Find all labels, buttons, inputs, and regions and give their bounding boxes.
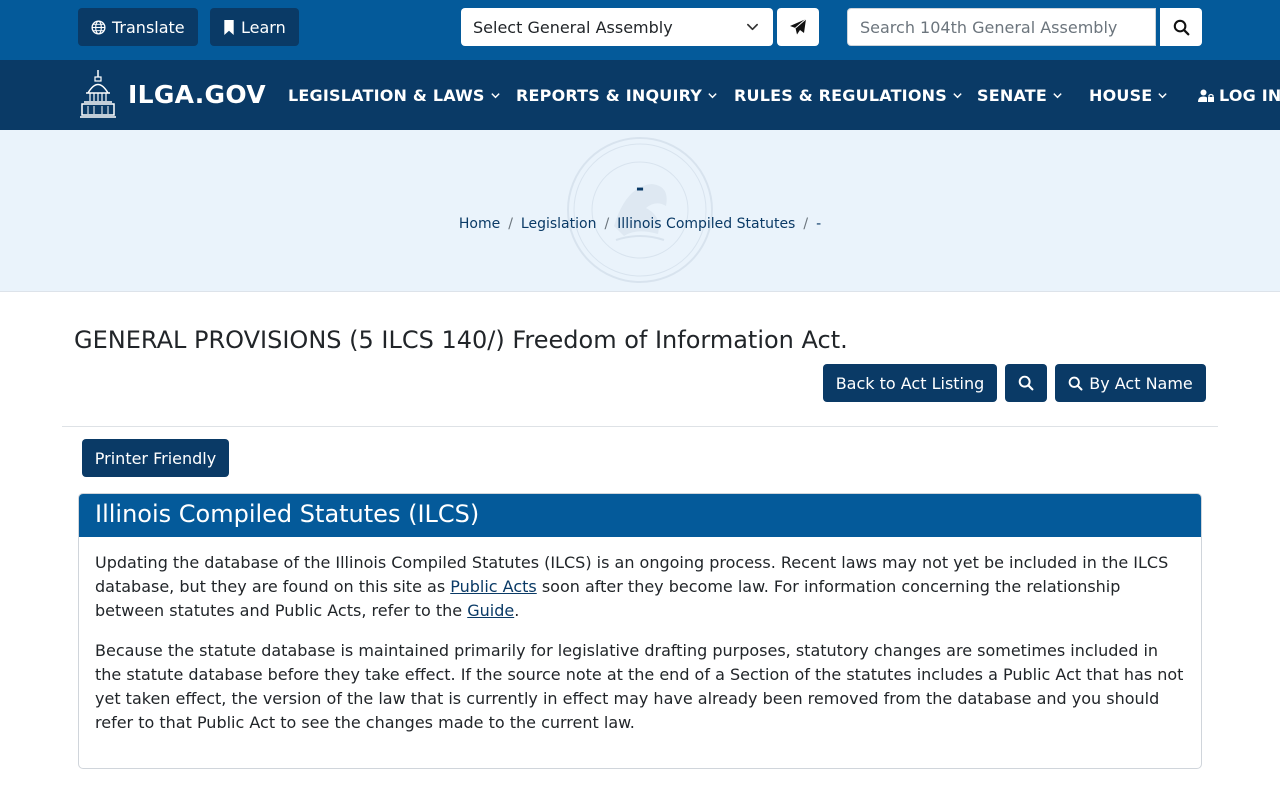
page-heading: - [635,176,645,200]
search-input[interactable] [847,8,1156,46]
translate-button[interactable]: Translate [78,8,198,46]
by-act-name-label: By Act Name [1089,373,1193,393]
printer-friendly-button[interactable]: Printer Friendly [82,439,229,477]
back-to-act-listing-label: Back to Act Listing [835,373,985,393]
divider [62,426,1218,427]
globe-icon [91,19,106,35]
printer-friendly-label: Printer Friendly [94,448,217,468]
breadcrumb-home[interactable]: Home [459,216,500,232]
breadcrumb: Home / Legislation / Illinois Compiled Statu… [458,216,822,232]
search-icon [1068,376,1083,391]
search-icon [1018,375,1034,391]
go-assembly-button[interactable] [777,8,819,46]
search-icon [1173,19,1189,35]
search-acts-button[interactable] [1005,364,1047,402]
nav-legislation-laws[interactable]: LEGISLATION & LAWS [288,86,501,105]
nav-item-label: HOUSE [1089,86,1153,105]
page-header: - Home / Legislation / Illinois Compiled Sta… [0,130,1280,292]
public-acts-link[interactable]: Public Acts [450,577,537,596]
paper-plane-icon [790,18,807,35]
nav-senate[interactable]: SENATE [977,86,1063,105]
site-logo-text: ILGA.GOV [128,79,266,109]
utility-bar: Translate Learn Select General Assembly [0,0,1280,60]
chevron-down-icon [953,93,962,99]
ilcs-info-card: Illinois Compiled Statutes (ILCS) Updati… [78,493,1202,769]
translate-label: Translate [112,17,185,37]
bookmark-icon [224,19,234,35]
learn-label: Learn [241,17,286,37]
nav-rules-regulations[interactable]: RULES & REGULATIONS [734,86,963,105]
main-navigation: ILGA.GOV LEGISLATION & LAWS REPORTS & IN… [0,60,1280,130]
card-paragraph-2: Because the statute database is maintain… [95,641,1184,732]
learn-button[interactable]: Learn [210,8,299,46]
nav-house[interactable]: HOUSE [1089,86,1168,105]
card-title: Illinois Compiled Statutes (ILCS) [79,494,1201,537]
search-button[interactable] [1160,8,1202,46]
site-logo[interactable]: ILGA.GOV [80,68,266,120]
capitol-building-icon [80,70,116,118]
breadcrumb-ilcs[interactable]: Illinois Compiled Statutes [617,216,795,232]
nav-item-label: SENATE [977,86,1048,105]
nav-item-label: LEGISLATION & LAWS [288,86,485,105]
card-body: Updating the database of the Illinois Co… [79,537,1201,735]
breadcrumb-legislation[interactable]: Legislation [521,216,597,232]
nav-item-label: RULES & REGULATIONS [734,86,947,105]
chevron-down-icon [708,93,717,99]
general-assembly-select[interactable]: Select General Assembly [461,8,773,46]
by-act-name-button[interactable]: By Act Name [1055,364,1206,402]
nav-reports-inquiry[interactable]: REPORTS & INQUIRY [516,86,718,105]
breadcrumb-current: - [816,216,822,232]
login-label: LOG IN [1219,86,1280,105]
state-seal-watermark [567,137,713,283]
user-lock-icon [1198,89,1214,102]
login-link[interactable]: LOG IN [1198,86,1280,105]
chevron-down-icon [1053,93,1062,99]
back-to-act-listing-button[interactable]: Back to Act Listing [823,364,997,402]
chevron-down-icon [1158,93,1168,99]
nav-item-label: REPORTS & INQUIRY [516,86,703,105]
act-title: GENERAL PROVISIONS (5 ILCS 140/) Freedom… [74,326,848,354]
chevron-down-icon [747,23,758,31]
card-paragraph-1: Updating the database of the Illinois Co… [95,553,1169,620]
chevron-down-icon [490,93,500,99]
general-assembly-select-value: Select General Assembly [473,17,673,37]
guide-link[interactable]: Guide [467,601,514,620]
